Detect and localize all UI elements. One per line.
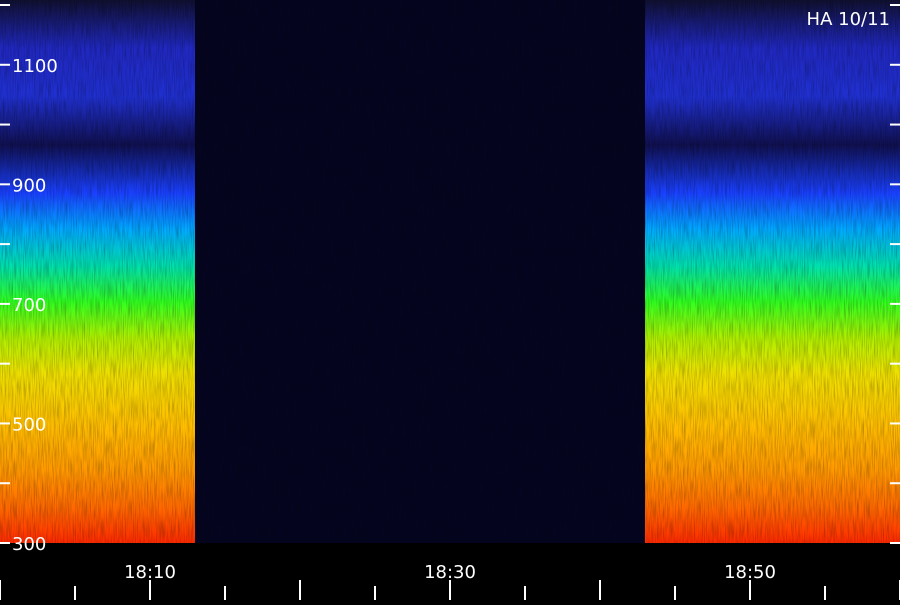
y-tick-label-700: 700 <box>12 295 46 316</box>
spectrogram-svg: 300 500 700 900 1100 18:10 18:30 18:50 HA 10/11 <box>0 0 900 600</box>
noise-overlay-right <box>645 0 900 543</box>
signal-gap-noise <box>195 0 645 543</box>
x-tick-label-1830: 18:30 <box>424 562 476 583</box>
y-tick-label-500: 500 <box>12 414 46 435</box>
spectrogram-chart: 300 500 700 900 1100 18:10 18:30 18:50 HA 10/11 <box>0 0 900 600</box>
x-tick-label-1850: 18:50 <box>724 562 776 583</box>
y-tick-label-1100: 1100 <box>12 56 58 77</box>
plot-area <box>0 0 900 543</box>
y-tick-label-300: 300 <box>12 534 46 555</box>
chart-title: HA 10/11 <box>807 9 890 30</box>
noise-overlay-left <box>0 0 195 543</box>
y-tick-label-900: 900 <box>12 175 46 196</box>
x-tick-label-1810: 18:10 <box>124 562 176 583</box>
